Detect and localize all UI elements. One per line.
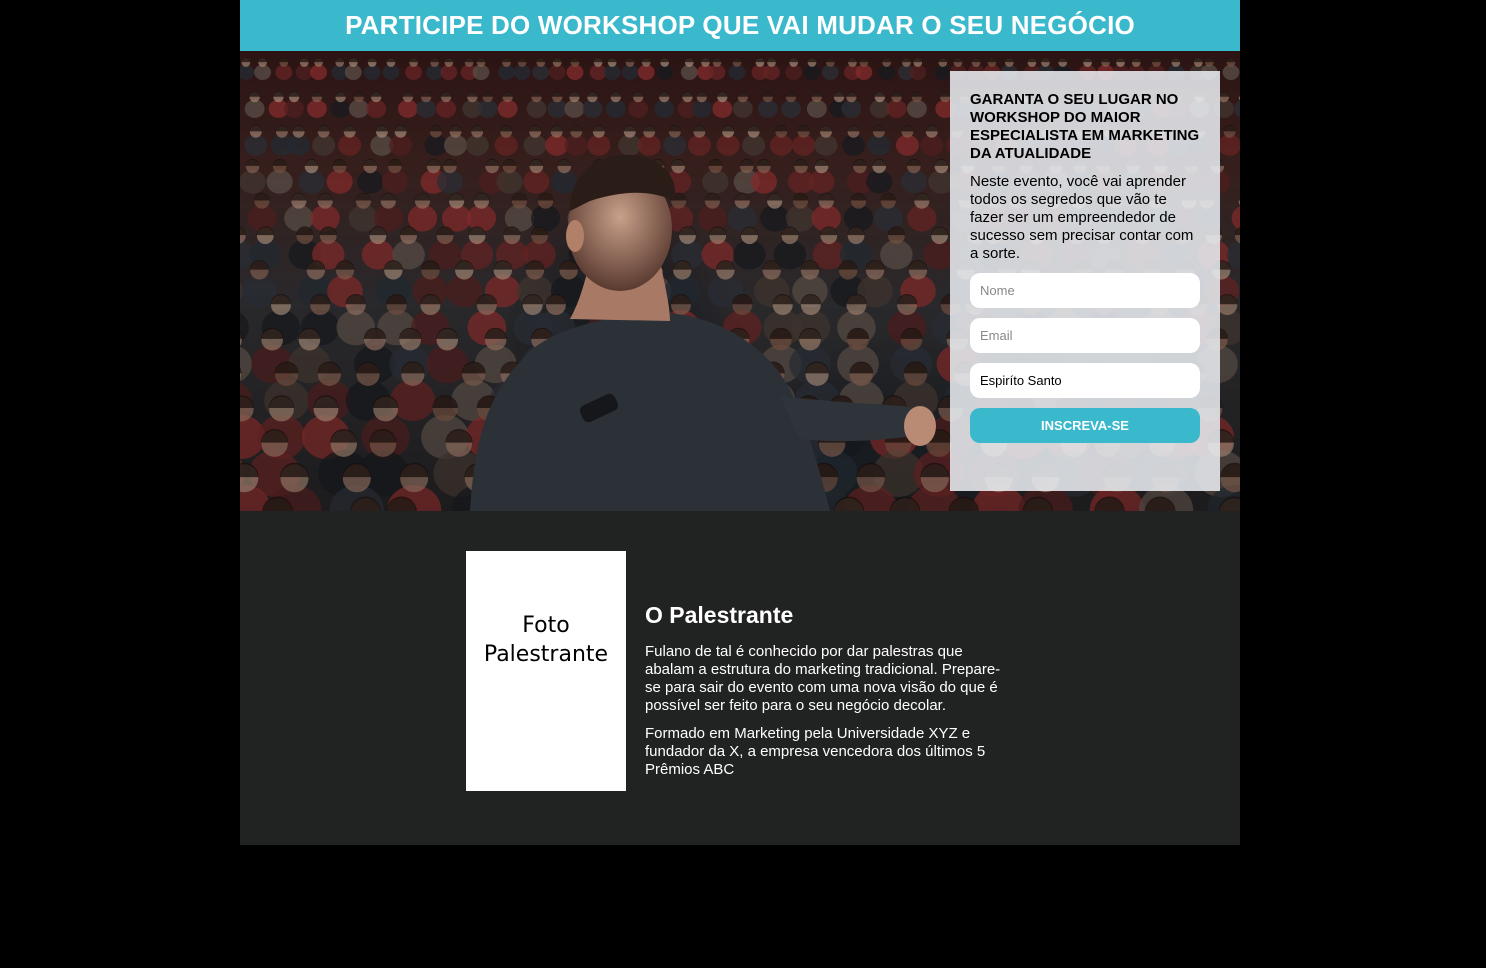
speaker-photo-placeholder: Foto Palestrante (466, 551, 626, 791)
state-select-value: Espiríto Santo (980, 373, 1062, 388)
page-headline: PARTICIPE DO WORKSHOP QUE VAI MUDAR O SE… (345, 10, 1135, 40)
form-title: GARANTA O SEU LUGAR NO WORKSHOP DO MAIOR… (970, 91, 1200, 162)
email-input[interactable] (970, 318, 1200, 353)
speaker-credentials: Formado em Marketing pela Universidade X… (645, 725, 986, 778)
state-select[interactable]: Espiríto Santo (970, 363, 1200, 398)
hero-section: GARANTA O SEU LUGAR NO WORKSHOP DO MAIOR… (240, 51, 1240, 511)
name-input[interactable] (970, 273, 1200, 308)
speaker-info: O Palestrante Fulano de tal é conhecido … (645, 601, 1015, 789)
speaker-title: O Palestrante (645, 602, 794, 628)
speaker-section: Foto Palestrante O Palestrante Fulano de… (240, 511, 1240, 845)
speaker-bio: Fulano de tal é conhecido por dar palest… (645, 643, 1001, 714)
form-description: Neste evento, você vai aprender todos os… (970, 173, 1194, 262)
subscribe-button[interactable]: INSCREVA-SE (970, 408, 1200, 443)
registration-form: GARANTA O SEU LUGAR NO WORKSHOP DO MAIOR… (950, 71, 1220, 491)
landing-page: PARTICIPE DO WORKSHOP QUE VAI MUDAR O SE… (240, 0, 1240, 845)
top-banner: PARTICIPE DO WORKSHOP QUE VAI MUDAR O SE… (240, 0, 1240, 51)
speaker-photo-label: Foto Palestrante (483, 613, 609, 667)
